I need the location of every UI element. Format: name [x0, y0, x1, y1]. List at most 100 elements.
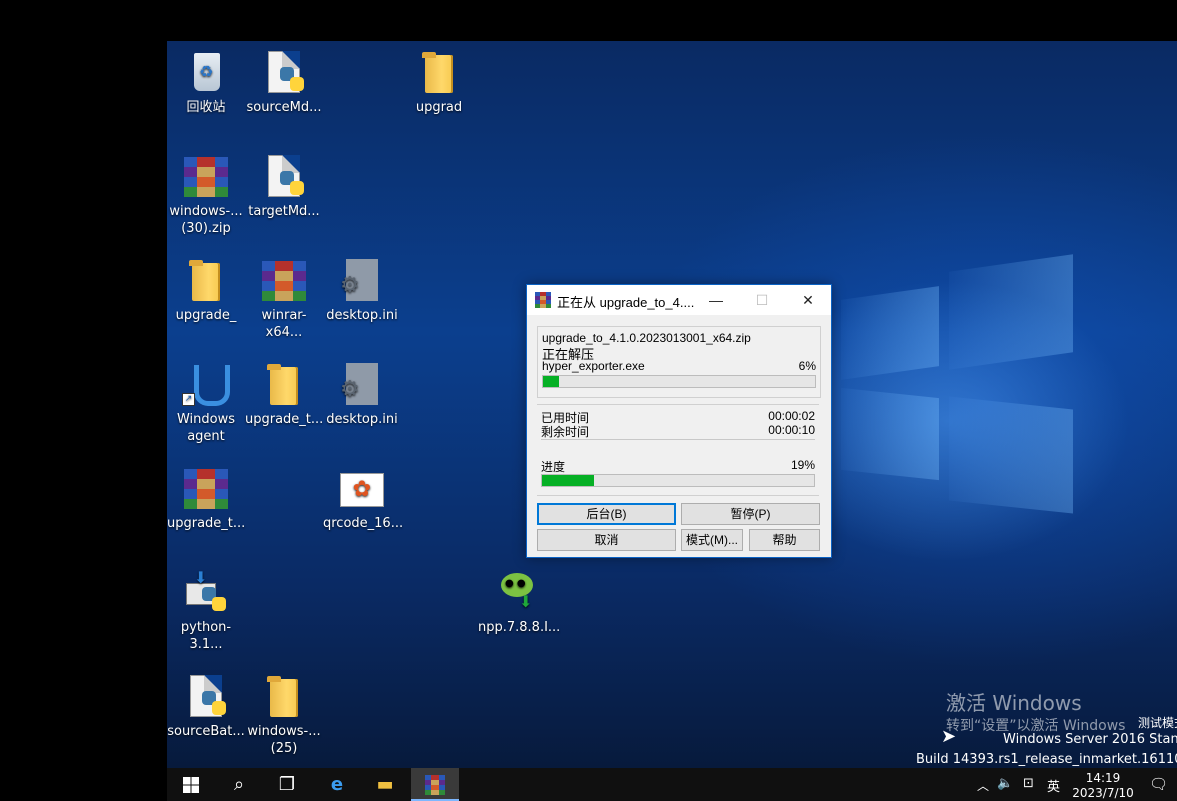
- desktop-icon-label: Windows agent: [176, 412, 236, 444]
- volume-muted-icon[interactable]: 🔈: [997, 776, 1013, 791]
- recycle-bin-icon: [194, 53, 220, 91]
- current-file-name: hyper_exporter.exe: [542, 359, 645, 373]
- winrar-icon: [535, 292, 551, 308]
- minimize-button[interactable]: —: [693, 285, 739, 315]
- desktop-icon-label: python-3.1...: [180, 620, 232, 652]
- desktop-icon-desktop-ini-2[interactable]: desktop.ini: [323, 357, 401, 428]
- desktop-icon-python-installer[interactable]: ⬇ python-3.1...: [167, 565, 245, 653]
- agent-shortcut-icon: ↗: [182, 361, 230, 409]
- winrar-archive-icon: [262, 261, 306, 301]
- remaining-time: 00:00:10: [768, 423, 815, 437]
- desktop-icon-targetmd[interactable]: targetMd...: [245, 149, 323, 220]
- winrar-archive-icon: [184, 469, 228, 509]
- winrar-icon: [425, 775, 445, 795]
- desktop-icon-label: targetMd...: [248, 204, 320, 219]
- python-file-icon: [280, 67, 304, 91]
- total-progress-bar: [541, 474, 815, 487]
- desktop-icon-upgrade-zip[interactable]: upgrade_t...: [167, 461, 245, 532]
- activate-windows-title: 激活 Windows: [946, 691, 1082, 715]
- folder-icon: [267, 676, 298, 717]
- task-view-icon: ❐: [278, 774, 296, 795]
- desktop-icon-desktop-ini[interactable]: desktop.ini: [323, 253, 401, 324]
- desktop-icon-label: desktop.ini: [326, 412, 398, 427]
- total-progress-label: 进度: [541, 460, 566, 474]
- image-file-icon: ✿: [340, 473, 384, 507]
- ime-indicator[interactable]: 英: [1047, 776, 1060, 795]
- desktop-icon-label: npp.7.8.8.I...: [478, 620, 561, 635]
- desktop-icon-label: sourceBat...: [167, 724, 245, 739]
- cancel-button[interactable]: 取消: [537, 529, 676, 551]
- desktop-icon-upgrad-folder[interactable]: upgrad: [400, 45, 478, 116]
- desktop-icon-label: windows-... (25): [247, 724, 321, 756]
- folder-icon: [422, 52, 453, 93]
- file-progress-panel: upgrade_to_4.1.0.2023013001_x64.zip 正在解压…: [537, 326, 821, 398]
- mouse-cursor-icon: ➤: [941, 726, 957, 747]
- close-button[interactable]: ✕: [785, 285, 831, 315]
- settings-file-icon: [340, 363, 378, 405]
- file-progress-fill: [543, 376, 560, 387]
- total-percent: 19%: [790, 458, 815, 472]
- total-progress-fill: [542, 475, 594, 486]
- desktop-icon-recycle-bin[interactable]: 回收站: [167, 45, 245, 116]
- desktop-icon-winrar-installer[interactable]: winrar-x64...: [245, 253, 323, 341]
- elapsed-time: 00:00:02: [768, 409, 815, 423]
- desktop-icon-label: qrcode_16...: [323, 516, 404, 531]
- archive-name: upgrade_to_4.1.0.2023013001_x64.zip: [542, 331, 751, 345]
- remaining-label: 剩余时间: [541, 425, 590, 439]
- network-icon[interactable]: ⊡: [1023, 776, 1034, 791]
- desktop-icon-upgrade-folder-2[interactable]: upgrade_t...: [245, 357, 323, 428]
- desktop-icon-label: upgrade_: [175, 308, 237, 323]
- background-button[interactable]: 后台(B): [537, 503, 676, 525]
- test-mode-label: 测试模式: [1138, 716, 1177, 730]
- pause-button[interactable]: 暂停(P): [681, 503, 820, 525]
- dialog-titlebar[interactable]: 正在从 upgrade_to_4.... — ☐ ✕: [527, 285, 831, 315]
- winrar-archive-icon: [184, 157, 228, 197]
- help-button[interactable]: 帮助: [749, 529, 820, 551]
- show-hidden-icons-chevron-icon[interactable]: ︿: [977, 777, 989, 794]
- desktop-icon-label: desktop.ini: [326, 308, 398, 323]
- task-view-button[interactable]: ❐: [263, 768, 311, 801]
- search-button[interactable]: ⌕: [215, 768, 263, 801]
- desktop-icon-label: upgrad: [415, 100, 463, 115]
- notepadpp-installer-icon: ● ● ⬇: [493, 569, 541, 617]
- clock-date: 2023/7/10: [1072, 786, 1134, 800]
- taskbar-file-explorer[interactable]: ▬: [361, 768, 409, 801]
- desktop-icon-label: sourceMd...: [246, 100, 322, 115]
- python-installer-icon: ⬇: [182, 569, 230, 617]
- desktop-icon-label: winrar-x64...: [261, 308, 307, 340]
- mode-button[interactable]: 模式(M)...: [681, 529, 743, 551]
- search-icon: ⌕: [233, 774, 245, 795]
- internet-explorer-icon: e: [330, 774, 344, 795]
- desktop-icon-sourcemd[interactable]: sourceMd...: [245, 45, 323, 116]
- taskbar: ⌕ ❐ e ▬ ︿ 🔈 ⊡ 英 14:19 2023/7/10 🗨: [167, 768, 1177, 801]
- folder-icon: [267, 364, 298, 405]
- desktop-icon-windows-agent[interactable]: ↗ Windows agent: [167, 357, 245, 445]
- desktop-icon-windows-zip[interactable]: windows-... (30).zip: [167, 149, 245, 237]
- settings-file-icon: [340, 259, 378, 301]
- windows-build: Build 14393.rs1_release_inmarket.161102-…: [916, 752, 1177, 767]
- clock[interactable]: 14:19 2023/7/10: [1071, 771, 1135, 801]
- folder-icon: [189, 260, 220, 301]
- dialog-title: 正在从 upgrade_to_4....: [557, 295, 695, 310]
- desktop-icon-label: upgrade_t...: [167, 516, 246, 531]
- file-progress-bar: [542, 375, 816, 388]
- action-center-icon[interactable]: 🗨: [1149, 775, 1168, 793]
- start-button[interactable]: [167, 768, 215, 801]
- desktop-icon-label: windows-... (30).zip: [169, 204, 243, 236]
- clock-time: 14:19: [1085, 771, 1121, 785]
- desktop-icon-label: upgrade_t...: [245, 412, 324, 427]
- windows-logo-wallpaper: [835, 254, 1085, 583]
- desktop-icon-qrcode[interactable]: ✿ qrcode_16...: [323, 461, 404, 532]
- desktop-icon-upgrade-folder[interactable]: upgrade_: [167, 253, 245, 324]
- desktop-icon-label: 回收站: [186, 100, 226, 115]
- python-file-icon: [280, 171, 304, 195]
- windows-start-icon: [183, 777, 199, 793]
- desktop-icon-sourcebat[interactable]: sourceBat...: [167, 669, 245, 740]
- taskbar-winrar[interactable]: [411, 768, 459, 801]
- desktop-icon-npp-installer[interactable]: ● ● ⬇ npp.7.8.8.I...: [478, 565, 561, 636]
- desktop-icon-windows-folder[interactable]: windows-... (25): [245, 669, 323, 757]
- taskbar-internet-explorer[interactable]: e: [313, 768, 361, 801]
- file-percent: 6%: [798, 359, 816, 373]
- winrar-extract-dialog[interactable]: 正在从 upgrade_to_4.... — ☐ ✕ upgrade_to_4.…: [526, 284, 832, 558]
- python-file-icon: [202, 691, 226, 715]
